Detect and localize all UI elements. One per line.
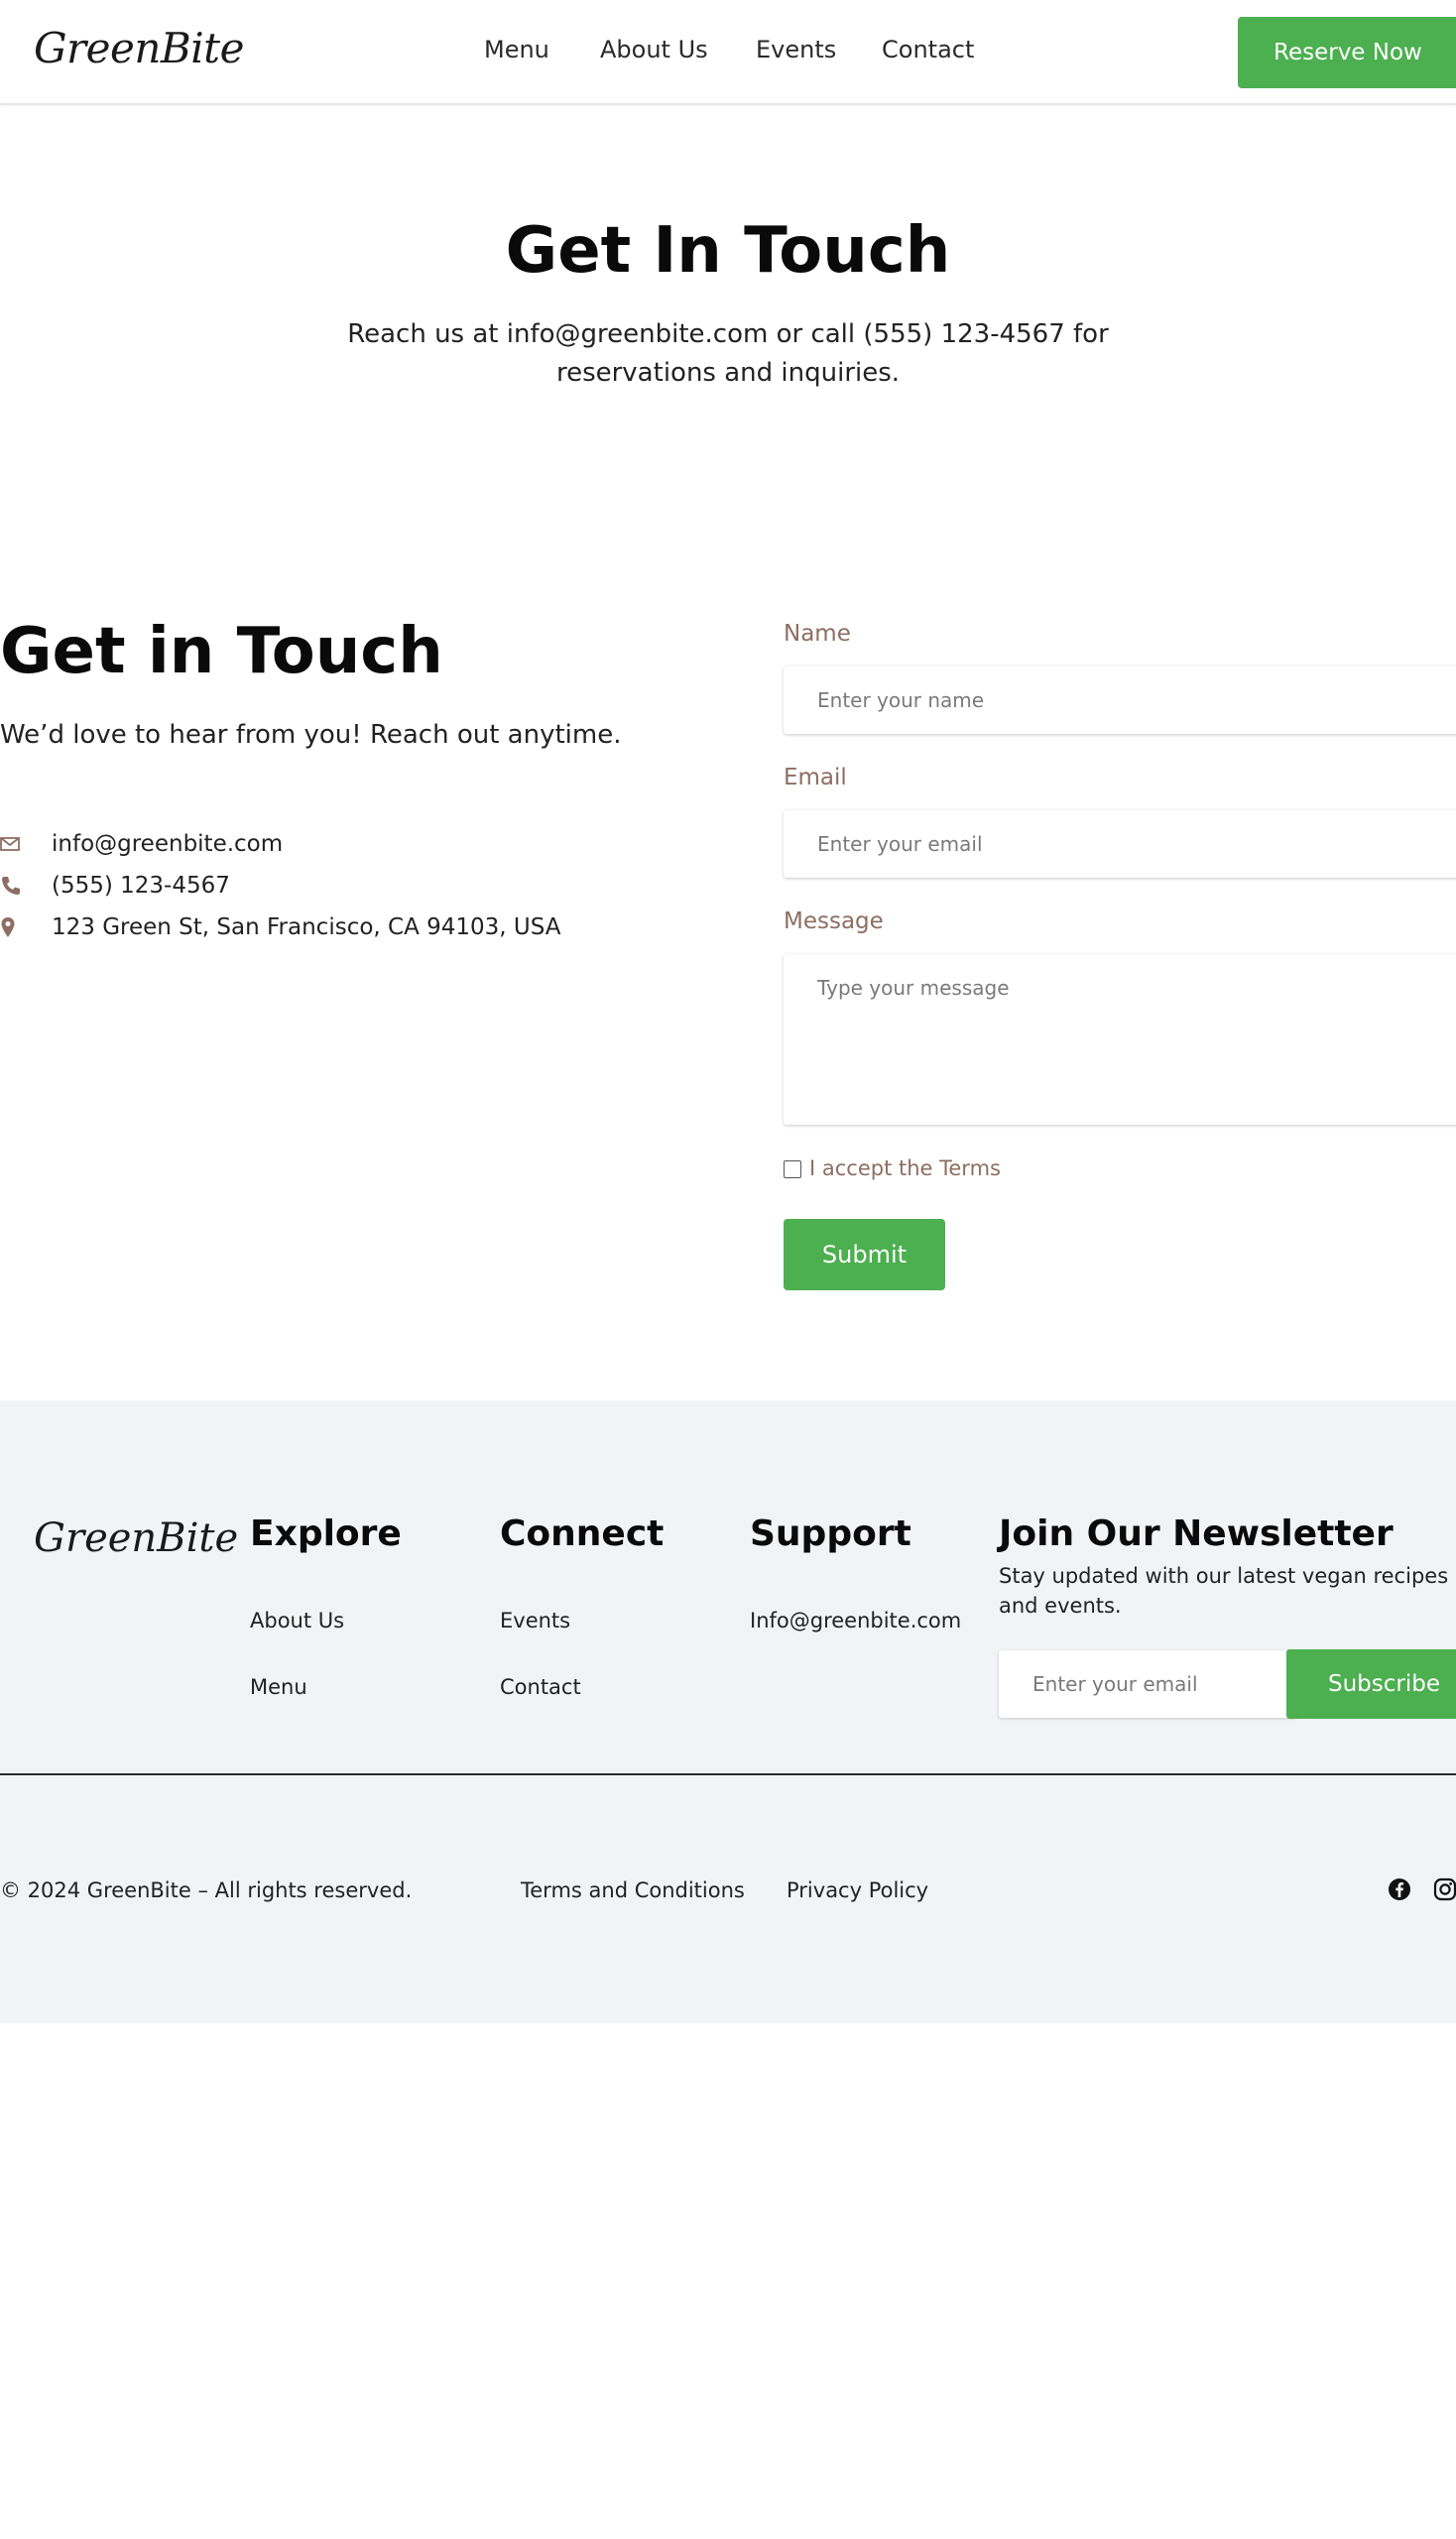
terms-link[interactable]: Terms and Conditions <box>521 1878 745 1902</box>
footer-link-events[interactable]: Events <box>500 1609 570 1632</box>
instagram-icon[interactable] <box>1432 1876 1456 1902</box>
newsletter-email-input[interactable] <box>999 1650 1296 1718</box>
newsletter-subtitle: Stay updated with our latest vegan recip… <box>999 1564 1449 1618</box>
facebook-icon[interactable] <box>1387 1876 1412 1902</box>
phone-icon <box>2 877 20 895</box>
envelope-icon <box>0 837 20 851</box>
footer-explore-title: Explore <box>250 1513 402 1554</box>
nav-contact[interactable]: Contact <box>882 36 974 63</box>
footer-link-about-us[interactable]: About Us <box>250 1609 344 1632</box>
contact-phone: (555) 123-4567 <box>52 873 230 899</box>
footer-link-menu[interactable]: Menu <box>250 1675 307 1699</box>
contact-address: 123 Green St, San Francisco, CA 94103, U… <box>52 914 561 940</box>
contact-subtitle: We’d love to hear from you! Reach out an… <box>0 720 622 750</box>
email-label: Email <box>784 765 847 790</box>
contact-address-row: 123 Green St, San Francisco, CA 94103, U… <box>0 910 714 944</box>
nav-menu[interactable]: Menu <box>484 36 549 63</box>
name-label: Name <box>784 621 851 647</box>
nav-events[interactable]: Events <box>756 36 836 63</box>
subscribe-button[interactable]: Subscribe <box>1286 1649 1456 1719</box>
footer-divider <box>0 1773 1456 1775</box>
terms-label[interactable]: I accept the Terms <box>809 1156 1001 1180</box>
contact-email: info@greenbite.com <box>52 831 284 857</box>
hero-subtitle: Reach us at info@greenbite.com or call (… <box>347 319 1109 388</box>
footer-link-contact[interactable]: Contact <box>500 1675 581 1699</box>
name-input[interactable] <box>784 666 1456 734</box>
site-footer: GreenBite Explore About Us Menu Connect … <box>0 1400 1456 2023</box>
page: GreenBite Menu About Us Events Contact R… <box>0 0 1456 2539</box>
copyright-text: © 2024 GreenBite – All rights reserved. <box>0 1878 413 1902</box>
map-pin-icon <box>1 917 15 937</box>
hero-title: Get In Touch <box>505 214 951 288</box>
newsletter-title: Join Our Newsletter <box>999 1513 1394 1554</box>
contact-phone-row: (555) 123-4567 <box>0 869 714 903</box>
terms-checkbox[interactable] <box>784 1160 801 1178</box>
contact-email-row: info@greenbite.com <box>0 827 714 861</box>
email-input[interactable] <box>784 810 1456 878</box>
submit-button[interactable]: Submit <box>784 1219 945 1290</box>
message-textarea[interactable] <box>784 954 1456 1125</box>
nav-about-us[interactable]: About Us <box>600 36 708 63</box>
footer-logo[interactable]: GreenBite <box>34 1515 238 1561</box>
reserve-now-button[interactable]: Reserve Now <box>1238 17 1456 88</box>
footer-connect-title: Connect <box>500 1513 665 1554</box>
contact-title: Get in Touch <box>0 615 443 688</box>
message-label: Message <box>784 908 884 934</box>
privacy-link[interactable]: Privacy Policy <box>787 1878 928 1902</box>
footer-link-support-email[interactable]: Info@greenbite.com <box>750 1609 961 1632</box>
footer-support-title: Support <box>750 1513 911 1554</box>
site-header: GreenBite Menu About Us Events Contact R… <box>0 0 1456 105</box>
